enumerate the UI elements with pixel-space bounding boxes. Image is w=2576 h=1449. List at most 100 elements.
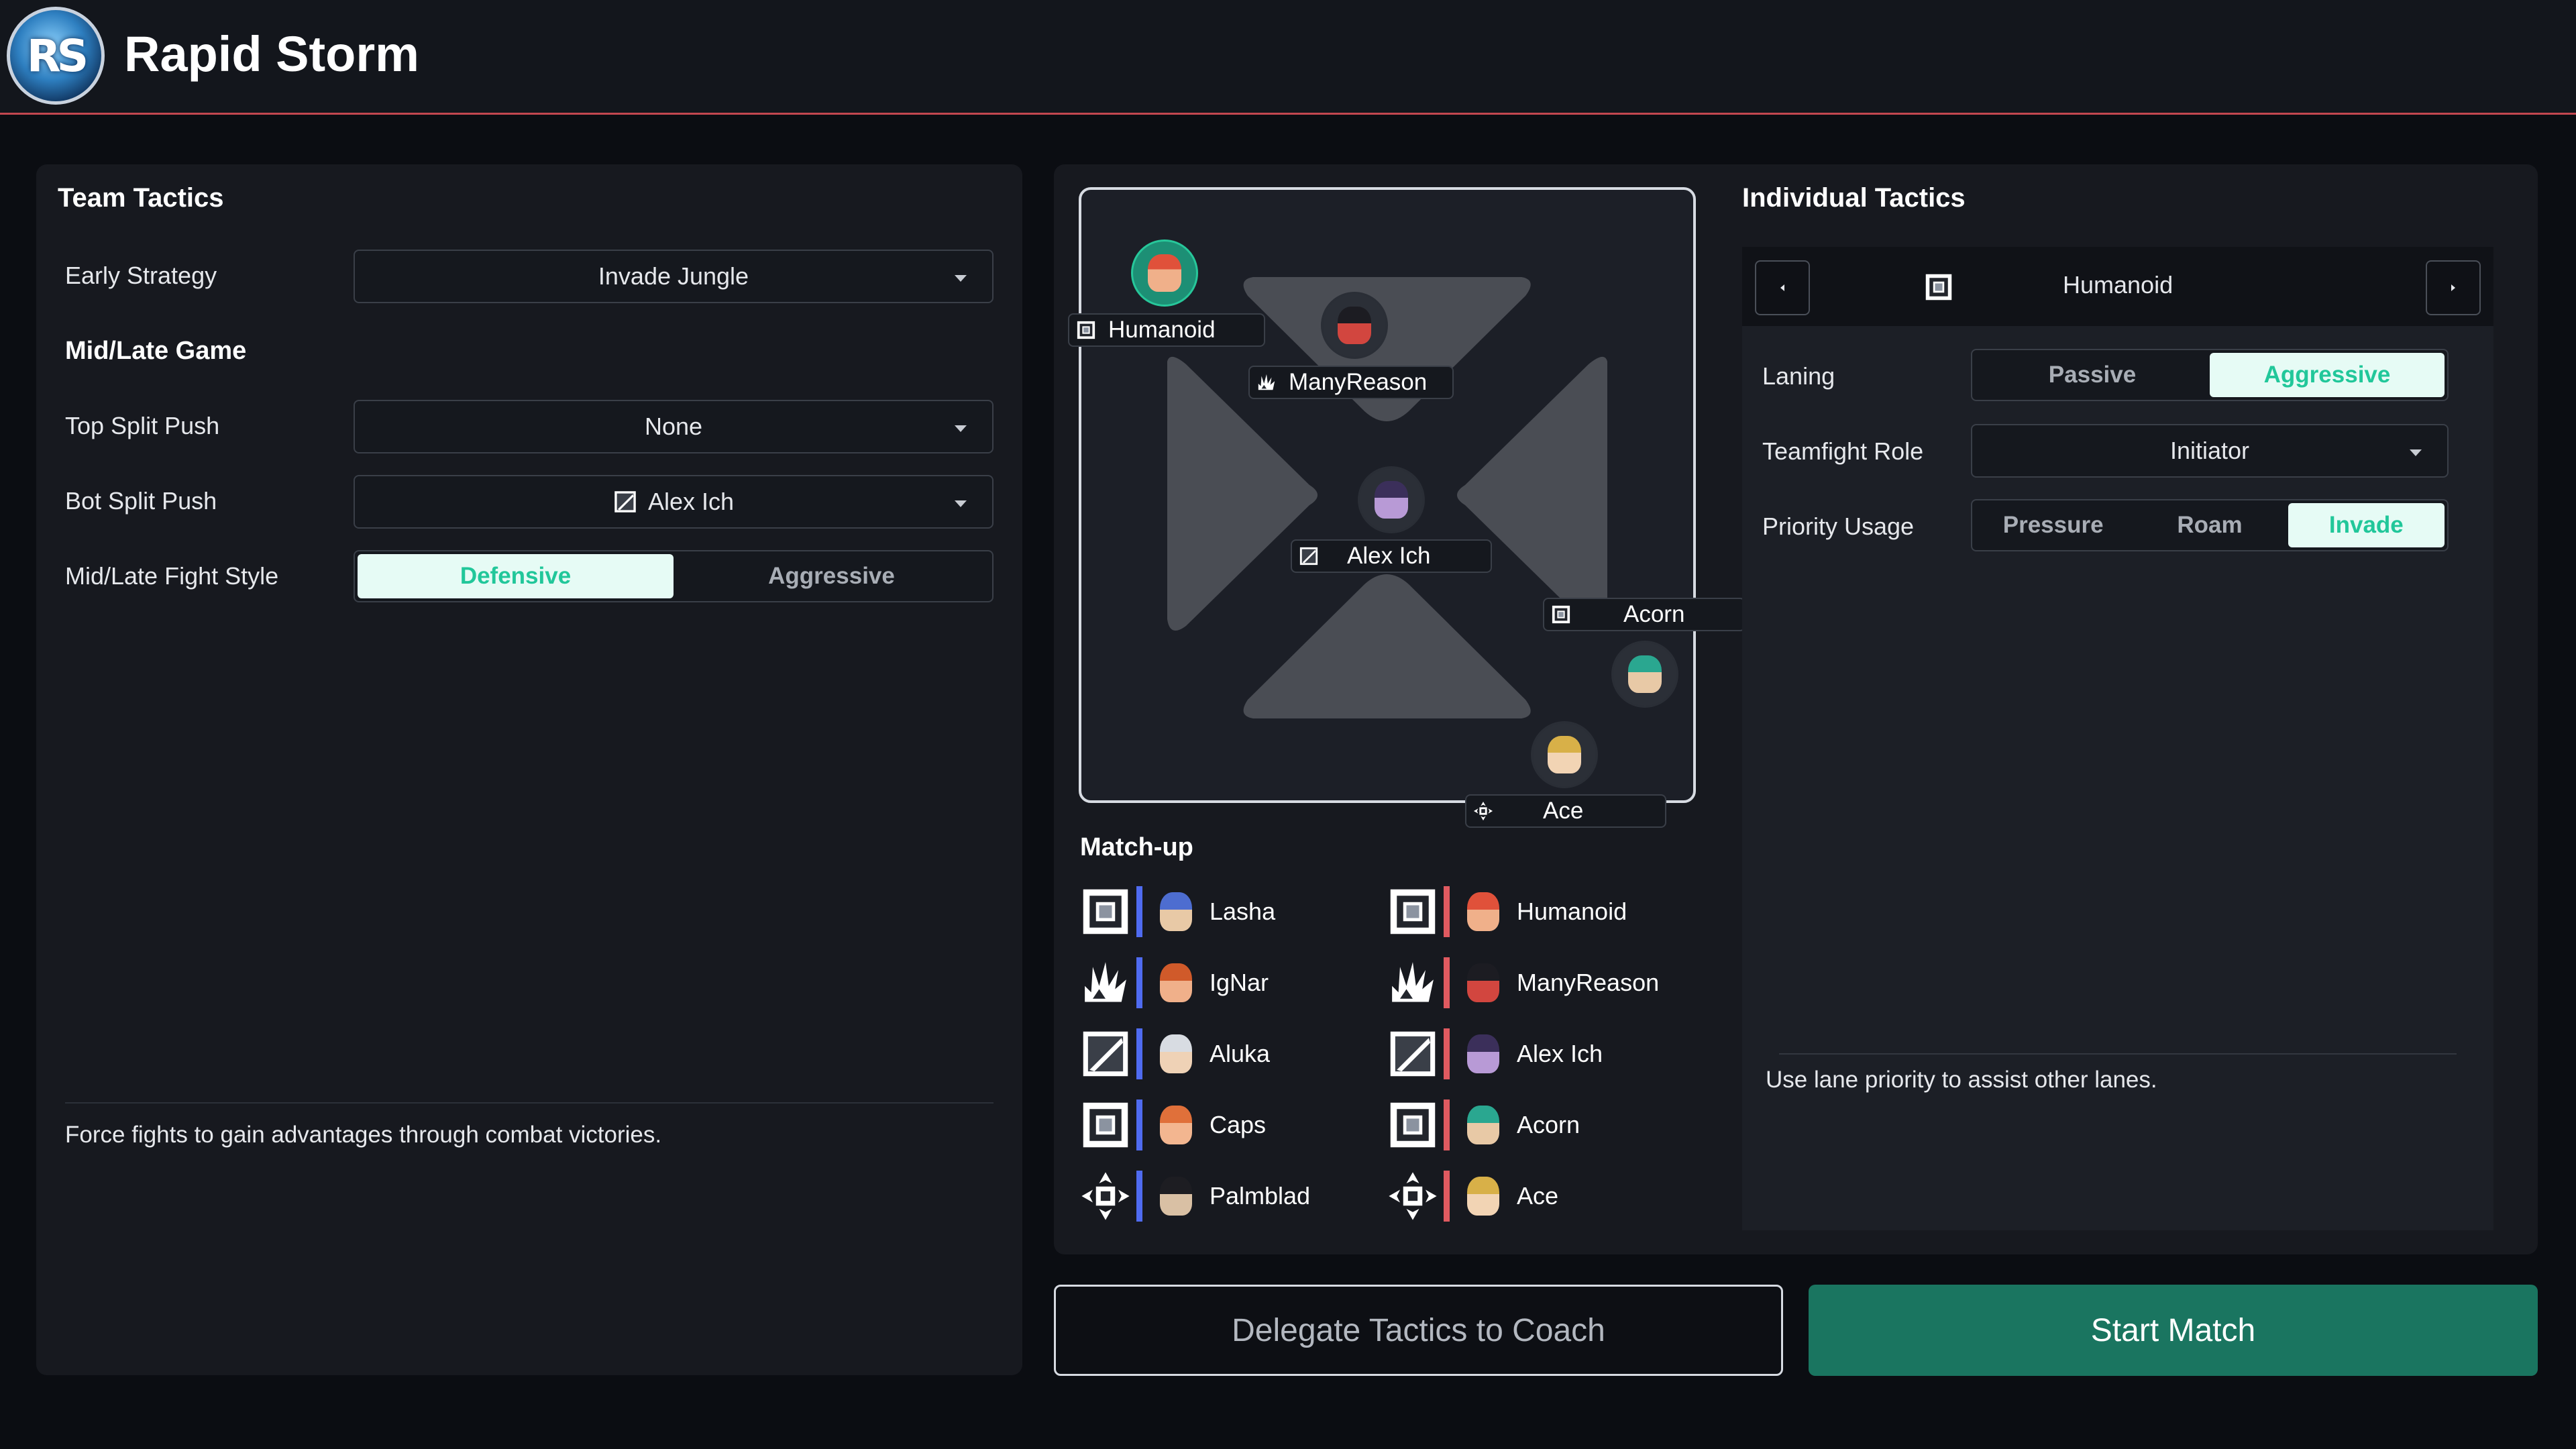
red-side-marker bbox=[1444, 1028, 1450, 1079]
player-name: Palmblad bbox=[1210, 1182, 1311, 1210]
blue-side-marker bbox=[1136, 886, 1142, 937]
priority-invade-option[interactable]: Invade bbox=[2288, 503, 2445, 547]
blade-icon bbox=[1299, 547, 1318, 566]
matchup-row[interactable]: ManyReason bbox=[1387, 955, 1659, 1011]
laning-aggressive-option[interactable]: Aggressive bbox=[2210, 353, 2445, 397]
player-portrait bbox=[1152, 957, 1200, 1008]
square-frame-icon bbox=[1552, 605, 1570, 624]
red-side-marker bbox=[1444, 886, 1450, 937]
player-portrait bbox=[1459, 886, 1507, 937]
teamfight-role-label: Teamfight Role bbox=[1762, 437, 1924, 465]
blue-side-marker bbox=[1136, 957, 1142, 1008]
team-tactics-title: Team Tactics bbox=[58, 183, 224, 213]
player-portrait bbox=[1152, 1028, 1200, 1079]
laning-toggle: Passive Aggressive bbox=[1971, 349, 2449, 401]
fight-style-label: Mid/Late Fight Style bbox=[65, 562, 279, 590]
chevron-left-icon bbox=[1780, 284, 1784, 291]
priority-usage-toggle: Pressure Roam Invade bbox=[1971, 499, 2449, 551]
red-side-marker bbox=[1444, 1171, 1450, 1222]
player-name: IgNar bbox=[1210, 969, 1269, 996]
team-logo: RS bbox=[7, 7, 105, 105]
bot-split-push-value: Alex Ich bbox=[647, 488, 735, 515]
map-tag-alex-ich: Alex Ich bbox=[1291, 539, 1492, 573]
top-split-push-dropdown[interactable]: None bbox=[354, 400, 994, 453]
early-strategy-label: Early Strategy bbox=[65, 262, 217, 289]
fight-style-aggressive-option[interactable]: Aggressive bbox=[674, 554, 989, 598]
early-strategy-dropdown[interactable]: Invade Jungle bbox=[354, 250, 994, 303]
chevron-right-icon bbox=[2451, 284, 2455, 291]
claw-icon bbox=[1085, 962, 1126, 1002]
matchup-row[interactable]: Lasha bbox=[1080, 883, 1310, 940]
teamfight-role-value: Initiator bbox=[2169, 437, 2250, 464]
priority-usage-label: Priority Usage bbox=[1762, 513, 1915, 540]
blade-icon bbox=[1083, 1031, 1128, 1077]
priority-roam-option[interactable]: Roam bbox=[2131, 503, 2288, 547]
player-name: Alex Ich bbox=[1517, 1040, 1603, 1067]
player-name: Humanoid bbox=[1517, 898, 1627, 925]
square-frame-icon bbox=[1083, 1102, 1128, 1148]
map-tag-manyreason: ManyReason bbox=[1248, 366, 1454, 399]
map-avatar-ace[interactable] bbox=[1531, 721, 1598, 788]
bot-split-push-dropdown[interactable]: Alex Ich bbox=[354, 475, 994, 529]
priority-pressure-option[interactable]: Pressure bbox=[1975, 503, 2131, 547]
player-portrait bbox=[1152, 1171, 1200, 1222]
map-avatar-alex-ich[interactable] bbox=[1358, 466, 1425, 533]
matchup-row[interactable]: Alex Ich bbox=[1387, 1026, 1659, 1082]
next-player-button[interactable] bbox=[2426, 260, 2481, 315]
individual-tactics-divider bbox=[1779, 1053, 2457, 1055]
player-name: ManyReason bbox=[1517, 969, 1660, 996]
chevron-down-icon bbox=[955, 275, 967, 282]
individual-tactics-title: Individual Tactics bbox=[1742, 183, 1966, 213]
map-tag-humanoid: Humanoid bbox=[1068, 313, 1265, 347]
chevron-down-icon bbox=[955, 500, 967, 507]
matchup-row[interactable]: Humanoid bbox=[1387, 883, 1659, 940]
matchup-blue-column: Lasha IgNar Aluka Caps Palmblad bbox=[1080, 883, 1310, 1224]
matchup-red-column: Humanoid ManyReason Alex Ich Acorn Ace bbox=[1387, 883, 1659, 1224]
team-name: Rapid Storm bbox=[124, 26, 419, 82]
map-tag-acorn: Acorn bbox=[1543, 598, 1746, 631]
claw-icon bbox=[1392, 962, 1434, 1002]
square-frame-icon bbox=[1390, 1102, 1436, 1148]
blade-icon bbox=[614, 491, 636, 513]
map-avatar-humanoid[interactable] bbox=[1131, 239, 1198, 307]
prev-player-button[interactable] bbox=[1755, 260, 1810, 315]
matchup-row[interactable]: Aluka bbox=[1080, 1026, 1310, 1082]
teamfight-role-dropdown[interactable]: Initiator bbox=[1971, 424, 2449, 478]
start-match-button[interactable]: Start Match bbox=[1809, 1285, 2538, 1376]
square-frame-icon bbox=[1077, 321, 1095, 339]
top-split-push-value: None bbox=[644, 413, 703, 440]
matchup-row[interactable]: Ace bbox=[1387, 1168, 1659, 1224]
team-tactics-divider bbox=[65, 1102, 994, 1104]
fight-style-defensive-option[interactable]: Defensive bbox=[358, 554, 674, 598]
blue-side-marker bbox=[1136, 1028, 1142, 1079]
team-tactics-description: Force fights to gain advantages through … bbox=[65, 1122, 662, 1148]
player-portrait bbox=[1152, 886, 1200, 937]
bot-split-push-label: Bot Split Push bbox=[65, 487, 217, 515]
early-strategy-value: Invade Jungle bbox=[598, 262, 749, 290]
claw-icon bbox=[1258, 374, 1275, 390]
player-name: Caps bbox=[1210, 1111, 1267, 1138]
top-split-push-label: Top Split Push bbox=[65, 412, 220, 439]
matchup-row[interactable]: IgNar bbox=[1080, 955, 1310, 1011]
laning-label: Laning bbox=[1762, 362, 1835, 390]
player-name: Acorn bbox=[1517, 1111, 1580, 1138]
crosshair-icon bbox=[1389, 1172, 1437, 1220]
player-portrait bbox=[1459, 1099, 1507, 1150]
player-portrait bbox=[1459, 1028, 1507, 1079]
laning-passive-option[interactable]: Passive bbox=[1975, 353, 2210, 397]
matchup-row[interactable]: Caps bbox=[1080, 1097, 1310, 1153]
player-portrait bbox=[1459, 1171, 1507, 1222]
map-avatar-acorn[interactable] bbox=[1611, 641, 1678, 708]
square-frame-icon bbox=[1390, 889, 1436, 934]
crosshair-icon bbox=[1081, 1172, 1130, 1220]
player-portrait bbox=[1152, 1099, 1200, 1150]
chevron-down-icon bbox=[955, 425, 967, 432]
matchup-row[interactable]: Acorn bbox=[1387, 1097, 1659, 1153]
red-side-marker bbox=[1444, 957, 1450, 1008]
delegate-tactics-button[interactable]: Delegate Tactics to Coach bbox=[1054, 1285, 1783, 1376]
player-name: Aluka bbox=[1210, 1040, 1271, 1067]
player-portrait bbox=[1459, 957, 1507, 1008]
map-avatar-manyreason[interactable] bbox=[1321, 292, 1388, 359]
individual-tactics-description: Use lane priority to assist other lanes. bbox=[1766, 1067, 2157, 1093]
matchup-row[interactable]: Palmblad bbox=[1080, 1168, 1310, 1224]
